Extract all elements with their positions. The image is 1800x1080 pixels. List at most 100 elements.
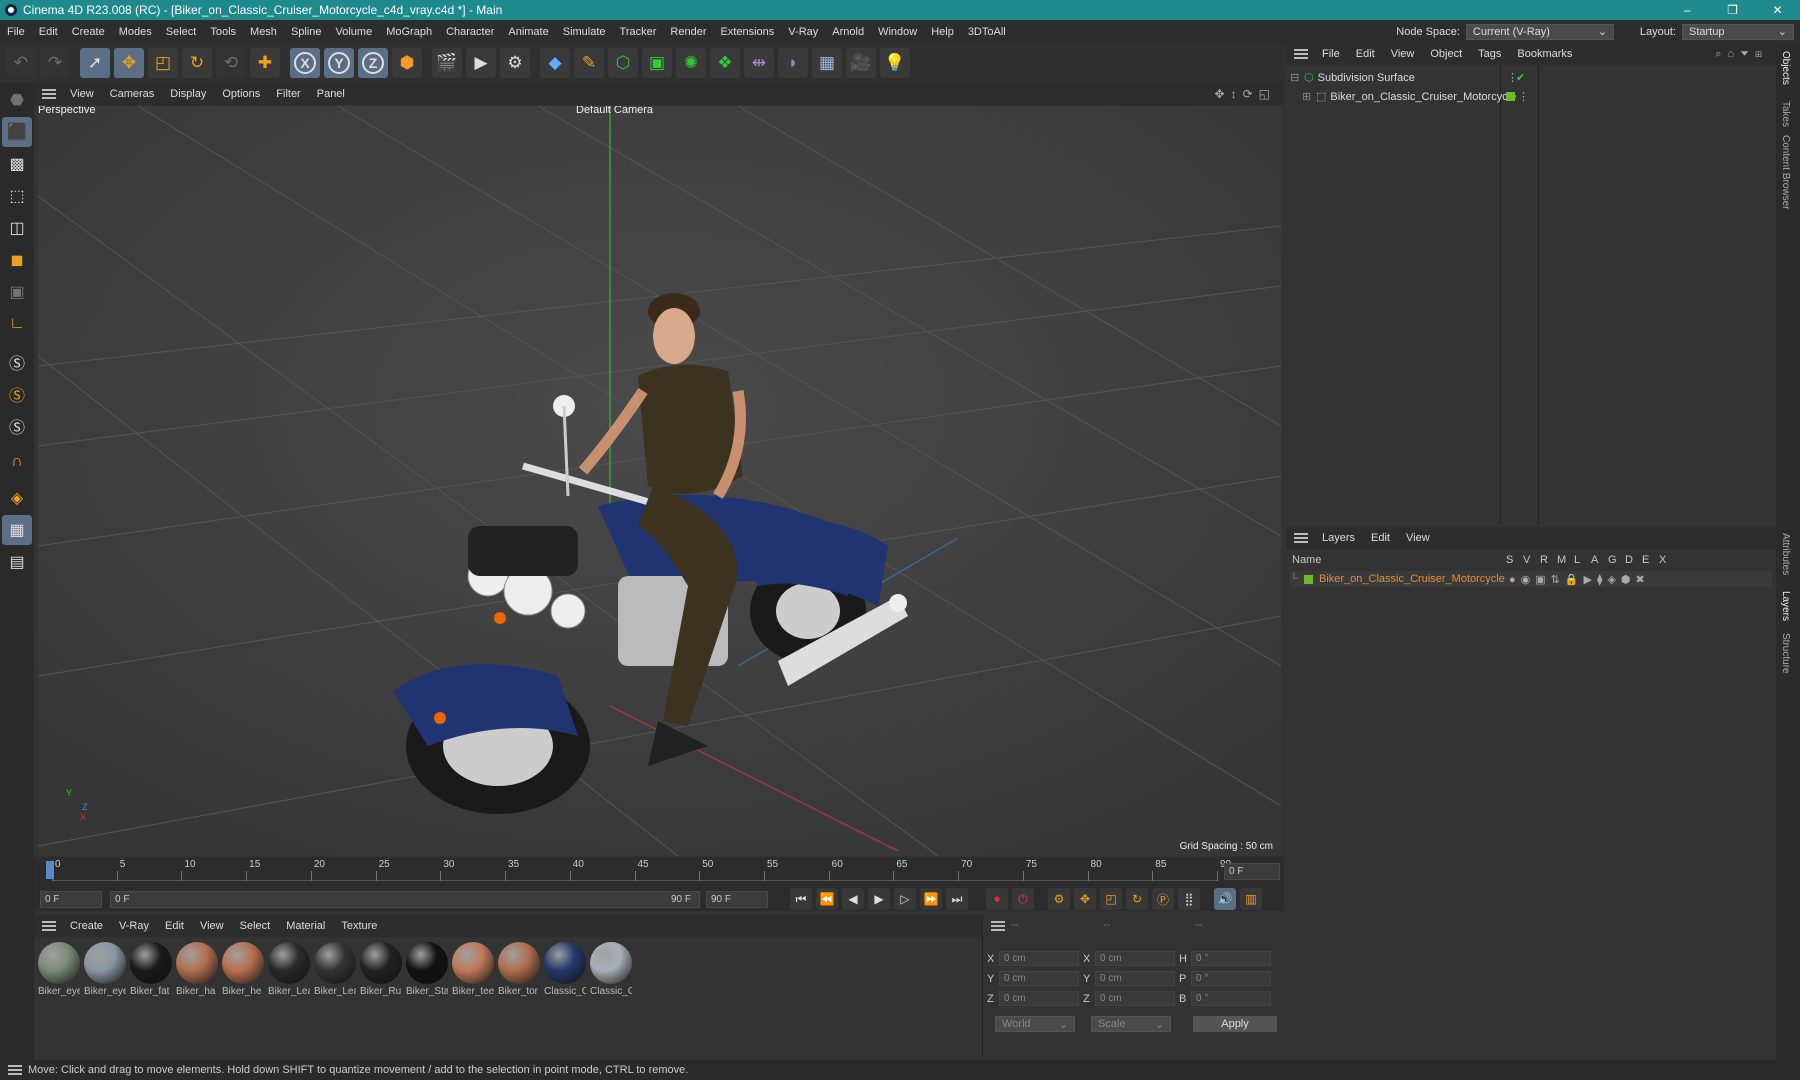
- sound-icon[interactable]: 🔊: [1214, 888, 1236, 910]
- object-menu-object[interactable]: Object: [1422, 48, 1470, 60]
- menu-select[interactable]: Select: [159, 26, 204, 38]
- material-swatch[interactable]: Biker_fat: [130, 942, 172, 1057]
- menu-create[interactable]: Create: [65, 26, 112, 38]
- timeline-window-icon[interactable]: ▥: [1240, 888, 1262, 910]
- rotation-p-field[interactable]: 0 °: [1191, 971, 1271, 986]
- go-to-end-icon[interactable]: ⏭: [946, 888, 968, 910]
- maximize-button[interactable]: ❐: [1710, 0, 1755, 20]
- tab-attributes[interactable]: Attributes: [1780, 533, 1791, 575]
- size-x-field[interactable]: 0 cm: [1095, 951, 1175, 966]
- render-settings-icon[interactable]: ⚙: [500, 48, 530, 78]
- object-menu-edit[interactable]: Edit: [1348, 48, 1383, 60]
- layer-row[interactable]: └ Biker_on_Classic_Cruiser_Motorcycle ●◉…: [1290, 571, 1772, 587]
- key-scale-icon[interactable]: ◰: [1100, 888, 1122, 910]
- tab-objects[interactable]: Objects: [1780, 51, 1791, 85]
- layer-color-icon[interactable]: [1304, 574, 1313, 584]
- end-frame-field[interactable]: 90 F: [706, 890, 768, 908]
- snap-icon[interactable]: Ⓢ: [2, 347, 32, 377]
- size-z-field[interactable]: 0 cm: [1095, 991, 1175, 1006]
- snap-settings-icon[interactable]: Ⓢ: [2, 379, 32, 409]
- axis-x-icon[interactable]: X: [290, 48, 320, 78]
- enabled-check-icon[interactable]: ✔: [1516, 71, 1525, 84]
- viewport-menu-panel[interactable]: Panel: [309, 88, 353, 100]
- viewport-menu-filter[interactable]: Filter: [268, 88, 308, 100]
- keyframe-selection-icon[interactable]: ⚙: [1048, 888, 1070, 910]
- position-y-field[interactable]: 0 cm: [999, 971, 1079, 986]
- menu-character[interactable]: Character: [439, 26, 501, 38]
- array-icon[interactable]: ❖: [710, 48, 740, 78]
- axis-y-icon[interactable]: Y: [324, 48, 354, 78]
- layer-flag-icons[interactable]: ●◉▣⇅🔒▶⧫◈⬢✖: [1509, 573, 1650, 586]
- edge-mode-icon[interactable]: ◫: [2, 213, 32, 243]
- material-menu-view[interactable]: View: [192, 920, 232, 932]
- field-icon[interactable]: ◗: [778, 48, 808, 78]
- layer-menu-view[interactable]: View: [1398, 532, 1438, 544]
- axis-mode-icon[interactable]: ∟: [2, 309, 32, 339]
- lock-workplane-icon[interactable]: ▤: [2, 547, 32, 577]
- camera-label[interactable]: Default Camera: [576, 106, 653, 116]
- object-search-icons[interactable]: ⌕⌂⏷⊞: [1715, 48, 1768, 61]
- hamburger-icon[interactable]: [991, 921, 1005, 931]
- undo-icon[interactable]: ↶: [6, 48, 36, 78]
- scale-icon[interactable]: ◰: [148, 48, 178, 78]
- axis-z-icon[interactable]: Z: [358, 48, 388, 78]
- menu-render[interactable]: Render: [663, 26, 713, 38]
- extrude-icon[interactable]: ▣: [642, 48, 672, 78]
- workplane-icon[interactable]: ◈: [2, 483, 32, 513]
- texture-mode-icon[interactable]: ▩: [2, 149, 32, 179]
- material-swatch[interactable]: Classic_C: [590, 942, 632, 1057]
- expand-icon[interactable]: ⊟: [1290, 71, 1300, 84]
- go-to-start-icon[interactable]: ⏮: [790, 888, 812, 910]
- menu-3dtoall[interactable]: 3DToAll: [961, 26, 1013, 38]
- coord-system-icon[interactable]: ⬢: [392, 48, 422, 78]
- make-editable-icon[interactable]: ⬣: [2, 85, 32, 115]
- floor-icon[interactable]: ▦: [812, 48, 842, 78]
- size-y-field[interactable]: 0 cm: [1095, 971, 1175, 986]
- key-position-icon[interactable]: ✥: [1074, 888, 1096, 910]
- autokey-icon[interactable]: ⏻: [1012, 888, 1034, 910]
- pen-icon[interactable]: ✎: [574, 48, 604, 78]
- menu-tools[interactable]: Tools: [203, 26, 243, 38]
- material-swatch[interactable]: Biker_ha: [176, 942, 218, 1057]
- close-button[interactable]: ✕: [1755, 0, 1800, 20]
- viewport-nav-icons[interactable]: ✥↕⟳◱: [1215, 87, 1276, 101]
- menu-extensions[interactable]: Extensions: [713, 26, 781, 38]
- menu-arnold[interactable]: Arnold: [825, 26, 871, 38]
- cloner-icon[interactable]: ✺: [676, 48, 706, 78]
- menu-tracker[interactable]: Tracker: [613, 26, 664, 38]
- tab-takes[interactable]: Takes: [1780, 101, 1791, 127]
- key-parameter-icon[interactable]: Ⓟ: [1152, 888, 1174, 910]
- play-icon[interactable]: ▶: [868, 888, 890, 910]
- material-menu-vray[interactable]: V-Ray: [111, 920, 157, 932]
- snap-mode-icon[interactable]: Ⓢ: [2, 411, 32, 441]
- material-menu-select[interactable]: Select: [232, 920, 279, 932]
- redo-icon[interactable]: ↷: [40, 48, 70, 78]
- point-mode-icon[interactable]: ⬚: [2, 181, 32, 211]
- material-swatch[interactable]: Biker_tee: [452, 942, 494, 1057]
- material-swatch[interactable]: Biker_Lea: [314, 942, 356, 1057]
- magnet-icon[interactable]: ∩: [2, 447, 32, 477]
- expand-icon[interactable]: ⊞: [1302, 90, 1312, 103]
- move-icon[interactable]: ✥: [114, 48, 144, 78]
- tab-layers[interactable]: Layers: [1780, 591, 1791, 621]
- coord-mode-select[interactable]: World ⌄: [995, 1016, 1075, 1032]
- position-z-field[interactable]: 0 cm: [999, 991, 1079, 1006]
- hamburger-icon[interactable]: [42, 921, 56, 931]
- playhead[interactable]: [46, 861, 54, 879]
- polygon-mode-icon[interactable]: ◼: [2, 245, 32, 275]
- subdivision-icon[interactable]: ⬡: [608, 48, 638, 78]
- menu-file[interactable]: File: [0, 26, 32, 38]
- object-row[interactable]: ⊟ ⬡ Subdivision Surface ⋮ ✔: [1290, 71, 1770, 85]
- cube-icon[interactable]: ◆: [540, 48, 570, 78]
- apply-button[interactable]: Apply: [1193, 1016, 1277, 1032]
- viewport-menu-display[interactable]: Display: [162, 88, 214, 100]
- material-swatch[interactable]: Biker_eye: [38, 942, 80, 1057]
- object-row[interactable]: ⊞ ⬚ Biker_on_Classic_Cruiser_Motorcycle …: [1302, 90, 1772, 104]
- object-menu-file[interactable]: File: [1314, 48, 1348, 60]
- hamburger-icon[interactable]: [1294, 533, 1308, 543]
- model-mode-icon[interactable]: ⬛: [2, 117, 32, 147]
- add-icon[interactable]: ✚: [250, 48, 280, 78]
- menu-vray[interactable]: V-Ray: [781, 26, 825, 38]
- rotation-h-field[interactable]: 0 °: [1191, 951, 1271, 966]
- layer-menu-edit[interactable]: Edit: [1363, 532, 1398, 544]
